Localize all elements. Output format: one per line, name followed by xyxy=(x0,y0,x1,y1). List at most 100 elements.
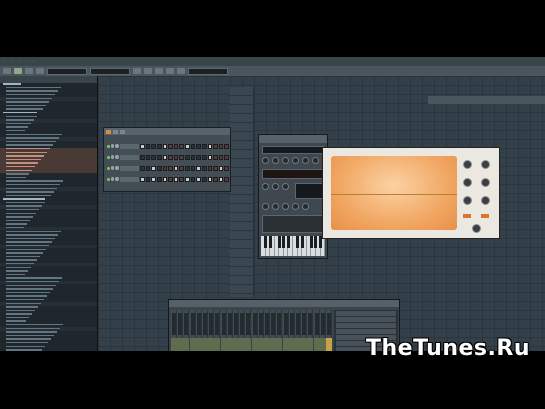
step-button[interactable] xyxy=(162,143,168,149)
channel-volume-knob[interactable] xyxy=(115,177,119,181)
step-button[interactable] xyxy=(156,154,162,160)
playlist-track-header[interactable] xyxy=(230,186,253,195)
black-key[interactable] xyxy=(277,236,281,248)
menu-item[interactable]: · xyxy=(26,59,27,64)
channel-name-button[interactable] xyxy=(119,143,139,149)
synth-knob[interactable] xyxy=(272,203,279,210)
sampler-knob[interactable] xyxy=(481,196,490,205)
black-key[interactable] xyxy=(268,236,272,248)
channel-name-button[interactable] xyxy=(119,176,139,182)
step-button[interactable] xyxy=(162,154,168,160)
step-button[interactable] xyxy=(145,176,151,182)
channel-name-button[interactable] xyxy=(119,165,139,171)
black-key[interactable] xyxy=(264,236,268,248)
mixer-strip[interactable] xyxy=(245,310,252,351)
step-button[interactable] xyxy=(185,176,190,182)
effect-slot[interactable] xyxy=(336,311,396,316)
step-button[interactable] xyxy=(201,165,207,171)
mixer-strip[interactable] xyxy=(183,310,190,351)
step-button[interactable] xyxy=(190,143,196,149)
step-button[interactable] xyxy=(207,176,213,182)
step-button[interactable] xyxy=(156,143,162,149)
step-button[interactable] xyxy=(213,176,218,182)
playlist-track-header[interactable] xyxy=(230,177,253,186)
step-button[interactable] xyxy=(185,154,190,160)
step-button[interactable] xyxy=(201,143,207,149)
step-button[interactable] xyxy=(173,143,179,149)
mixer-strip[interactable] xyxy=(319,310,326,351)
step-button[interactable] xyxy=(218,143,224,149)
channel-pan-knob[interactable] xyxy=(110,155,115,159)
playlist-track-header[interactable] xyxy=(230,204,253,213)
effect-slot[interactable] xyxy=(336,329,396,334)
channel-pan-knob[interactable] xyxy=(110,144,115,148)
step-button[interactable] xyxy=(179,154,184,160)
step-button[interactable] xyxy=(156,176,162,182)
step-button[interactable] xyxy=(145,154,151,160)
playlist-track-header[interactable] xyxy=(230,231,253,240)
piano-roll-button[interactable] xyxy=(166,68,174,74)
synth-knob[interactable] xyxy=(262,203,269,210)
playlist-track-header[interactable] xyxy=(230,87,253,96)
sampler-knob[interactable] xyxy=(463,196,472,205)
step-button[interactable] xyxy=(213,143,218,149)
playlist-track-header[interactable] xyxy=(230,96,253,105)
synth-knob[interactable] xyxy=(272,157,279,164)
synth-knob[interactable] xyxy=(292,203,299,210)
step-button[interactable] xyxy=(173,165,179,171)
sampler-knob[interactable] xyxy=(463,160,472,169)
step-button[interactable] xyxy=(218,154,224,160)
mixer-strip[interactable] xyxy=(313,310,320,351)
step-button[interactable] xyxy=(190,176,196,182)
step-button[interactable] xyxy=(224,165,229,171)
menu-item[interactable]: · xyxy=(4,59,5,64)
tempo-display[interactable] xyxy=(47,67,87,75)
black-key[interactable] xyxy=(296,236,300,248)
mixer-strip[interactable] xyxy=(226,310,233,351)
mixer-strip[interactable] xyxy=(202,310,208,351)
synth-knob[interactable] xyxy=(282,203,289,210)
playlist-track-header[interactable] xyxy=(230,240,253,249)
mixer-strip[interactable] xyxy=(233,310,239,351)
step-button[interactable] xyxy=(140,154,145,160)
sampler-button[interactable] xyxy=(481,214,489,218)
step-button[interactable] xyxy=(224,176,229,182)
step-button[interactable] xyxy=(185,143,190,149)
playlist-track-header[interactable] xyxy=(230,105,253,114)
mixer-strip[interactable] xyxy=(270,310,277,351)
channel-volume-knob[interactable] xyxy=(115,155,119,159)
mixer-strip[interactable] xyxy=(257,310,264,351)
folder-icon[interactable] xyxy=(106,129,111,134)
step-button[interactable] xyxy=(145,165,151,171)
synth-keyboard[interactable] xyxy=(261,236,326,256)
step-button[interactable] xyxy=(173,176,179,182)
step-button[interactable] xyxy=(224,143,229,149)
effect-slot[interactable] xyxy=(336,317,396,322)
sampler-knob[interactable] xyxy=(481,160,490,169)
playlist-track-header[interactable] xyxy=(230,222,253,231)
mixer-strip[interactable] xyxy=(195,310,202,351)
black-key[interactable] xyxy=(286,236,290,248)
channel-pan-knob[interactable] xyxy=(110,166,115,170)
mixer-strip[interactable] xyxy=(177,310,184,351)
playlist-track-header[interactable] xyxy=(230,195,253,204)
playlist-track-header[interactable] xyxy=(230,114,253,123)
step-button[interactable] xyxy=(196,154,201,160)
step-button[interactable] xyxy=(207,143,213,149)
synth-knob[interactable] xyxy=(262,183,269,190)
playlist-track-header[interactable] xyxy=(230,258,253,267)
channel-mute-led[interactable] xyxy=(107,144,110,148)
step-button[interactable] xyxy=(179,143,184,149)
black-key[interactable] xyxy=(314,236,318,248)
step-button[interactable] xyxy=(213,154,218,160)
mixer-strip[interactable] xyxy=(301,310,308,351)
black-key[interactable] xyxy=(300,236,304,248)
playlist-track-header[interactable] xyxy=(230,159,253,168)
step-button[interactable] xyxy=(162,176,168,182)
playlist-track-header[interactable] xyxy=(230,267,253,276)
synth-knob[interactable] xyxy=(292,157,299,164)
step-button[interactable] xyxy=(173,154,179,160)
mixer-strip[interactable] xyxy=(288,310,295,351)
browser-item[interactable] xyxy=(0,349,97,351)
step-button[interactable] xyxy=(156,165,162,171)
